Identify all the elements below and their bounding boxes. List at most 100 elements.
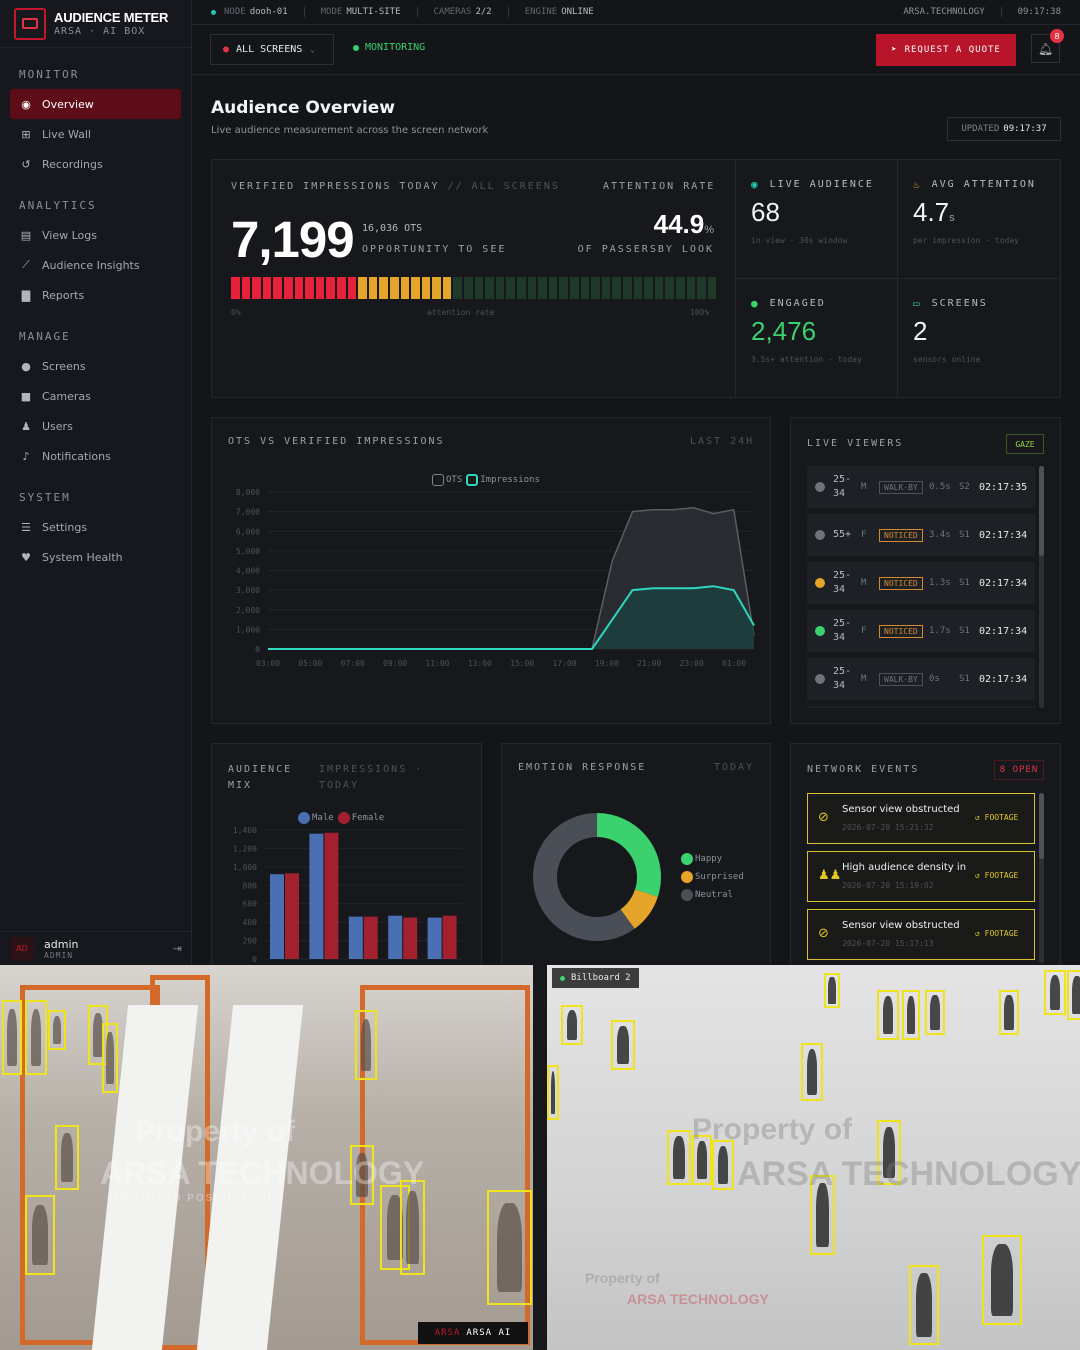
sidebar-item-screens[interactable]: ● Screens <box>10 351 181 381</box>
viewer-status-dot <box>815 482 825 492</box>
heart-icon: ♥ <box>21 550 31 564</box>
gaze-badge[interactable]: GAZE <box>1006 434 1044 454</box>
legend-label-female: Female <box>351 813 385 823</box>
legend-swatch-male <box>298 812 310 824</box>
updated-time: UPDATED 09:17:37 <box>947 117 1061 141</box>
location-pin-icon: ● <box>223 44 230 55</box>
sidebar-item-live-wall[interactable]: ⊞ Live Wall <box>10 119 181 149</box>
clock: 09:17:38 <box>1017 7 1061 17</box>
page-title: Audience Overview <box>211 98 396 118</box>
viewer-age: 25-34 <box>833 474 852 499</box>
person-detection-box <box>487 1190 532 1305</box>
network-event[interactable]: ♟♟ High audience density in 2026-07-20 1… <box>807 851 1035 902</box>
viewer-row[interactable]: 25-34 M WALK-BY 0s S1 02:17:34 <box>807 658 1035 700</box>
sidebar-item-users[interactable]: ♟ Users <box>10 411 181 441</box>
user-profile[interactable]: AD admin ADMIN ⇥ <box>0 931 192 965</box>
viewer-status-dot <box>815 578 825 588</box>
viewer-gender: M <box>861 674 867 684</box>
emotion-legend-neutral: Neutral <box>681 889 733 901</box>
engaged-value: 2,476 <box>751 316 817 346</box>
camera-feed-right[interactable]: Property of ARSA TECHNOLOGY Property of ARS… <box>547 965 1080 1350</box>
brand-logo[interactable]: AUDIENCE METER ARSA · AI BOX <box>0 0 191 48</box>
file-icon: ▇ <box>21 288 31 302</box>
viewer-screen: S1 <box>959 530 970 540</box>
sidebar-item-audience-insights[interactable]: ⟋ Audience Insights <box>10 250 181 280</box>
legend-label-ots: OTS <box>446 475 463 485</box>
sidebar-item-overview[interactable]: ◉ Overview <box>10 89 181 119</box>
open-events-badge[interactable]: 8 OPEN <box>994 760 1044 780</box>
nav-section-manage: MANAGE <box>19 330 71 343</box>
viewers-scroll-thumb[interactable] <box>1039 466 1044 556</box>
network-event[interactable]: ⊘ Sensor view obstructed 2026-07-20 15:1… <box>807 909 1035 960</box>
ots-chart-title: OTS VS VERIFIED IMPRESSIONS <box>228 436 445 447</box>
sidebar-item-reports[interactable]: ▇ Reports <box>10 280 181 310</box>
bell-icon: ♪ <box>22 449 30 463</box>
impressions-label: VERIFIED IMPRESSIONS TODAY // ALL SCREEN… <box>231 181 560 192</box>
arsa-ai-tag: ARSA ARSA AI <box>418 1322 528 1344</box>
eye-off-icon: ⊘ <box>818 926 829 941</box>
meter-segment <box>665 277 674 299</box>
viewer-gender: F <box>861 626 867 636</box>
viewer-row[interactable]: 55+ F NOTICED 3.4s S1 02:17:34 <box>807 514 1035 556</box>
sidebar-item-label: Notifications <box>42 449 111 463</box>
event-date: 2026-07-20 15:21:32 <box>842 823 934 832</box>
viewer-row[interactable]: 18--WALK-02:17:34 <box>807 706 1035 708</box>
screen-select[interactable]: ● ALL SCREENS ⌄ <box>210 34 334 65</box>
meter-segment <box>580 277 590 299</box>
sidebar-item-notifications[interactable]: ♪ Notifications <box>10 441 181 471</box>
viewer-duration: 0s <box>929 674 940 684</box>
legend-swatch-impressions <box>466 474 479 486</box>
sidebar-item-cameras[interactable]: ■ Cameras <box>10 381 181 411</box>
meter-segment <box>570 277 579 299</box>
meter-segment <box>432 277 441 299</box>
meter-segment <box>474 277 484 299</box>
viewer-time: 02:17:34 <box>979 529 1028 541</box>
viewer-status-dot <box>815 530 825 540</box>
meter-segment <box>485 277 494 299</box>
engaged-title: ● ENGAGED <box>751 297 826 310</box>
network-events-title: NETWORK EVENTS <box>807 764 920 775</box>
viewer-duration: 3.4s <box>929 530 951 540</box>
meter-segment <box>654 277 664 299</box>
sidebar-item-recordings[interactable]: ↺ Recordings <box>10 149 181 179</box>
network-event[interactable]: ⊘ Sensor view obstructed 2026-07-20 15:2… <box>807 793 1035 844</box>
node-status: NODE dooh-01 <box>211 7 288 17</box>
legend-label-impressions: Impressions <box>480 475 540 485</box>
viewer-age: 55+ <box>833 529 852 540</box>
meter-segment <box>231 277 240 299</box>
meter-segment <box>612 277 621 299</box>
sidebar: AUDIENCE METER ARSA · AI BOX MONITOR ◉ Ov… <box>0 0 192 965</box>
footage-link[interactable]: ↺ FOOTAGE <box>975 871 1018 880</box>
logout-icon[interactable]: ⇥ <box>173 942 182 955</box>
events-scroll-thumb[interactable] <box>1039 793 1044 859</box>
viewer-status: NOTICED <box>879 624 923 638</box>
watermark-text: Property of <box>692 1113 853 1146</box>
status-bar: NODE dooh-01 MODE MULTI-SITE CAMERAS 2/2 EN… <box>192 0 1080 25</box>
viewer-row[interactable]: 25-34 M NOTICED 1.3s S1 02:17:34 <box>807 562 1035 604</box>
meter-segment <box>464 277 473 299</box>
footage-link[interactable]: ↺ FOOTAGE <box>975 813 1018 822</box>
camera-feed-left[interactable]: Property of ARSA TECHNOLOGY UNLIMITED POSS… <box>0 965 533 1350</box>
person-detection-box <box>925 990 945 1035</box>
sidebar-item-view-logs[interactable]: ▤ View Logs <box>10 220 181 250</box>
meter-max-label: 100% <box>690 308 710 317</box>
meter-segment <box>517 277 526 299</box>
meter-segment <box>538 277 547 299</box>
ots-label: OPPORTUNITY TO SEE <box>362 244 507 255</box>
table-icon: ▤ <box>20 228 32 242</box>
footage-link[interactable]: ↺ FOOTAGE <box>975 929 1018 938</box>
meter-segment <box>506 277 516 299</box>
meter-segment <box>389 277 399 299</box>
viewer-row[interactable]: 25-34 F NOTICED 1.7s S1 02:17:34 <box>807 610 1035 652</box>
sidebar-item-system-health[interactable]: ♥ System Health <box>10 542 181 572</box>
event-date: 2026-07-20 15:17:13 <box>842 939 934 948</box>
event-date: 2026-07-20 15:19:02 <box>842 881 934 890</box>
viewer-row[interactable]: 25-34 M WALK-BY 0.5s S2 02:17:35 <box>807 466 1035 508</box>
meter-segment <box>601 277 611 299</box>
sidebar-item-settings[interactable]: ☰ Settings <box>10 512 181 542</box>
viewer-duration: 1.3s <box>929 578 951 588</box>
person-detection-box <box>1044 970 1066 1015</box>
request-quote-button[interactable]: ➤ REQUEST A QUOTE <box>876 34 1016 66</box>
viewer-status-dot <box>815 626 825 636</box>
meter-segment <box>368 277 378 299</box>
